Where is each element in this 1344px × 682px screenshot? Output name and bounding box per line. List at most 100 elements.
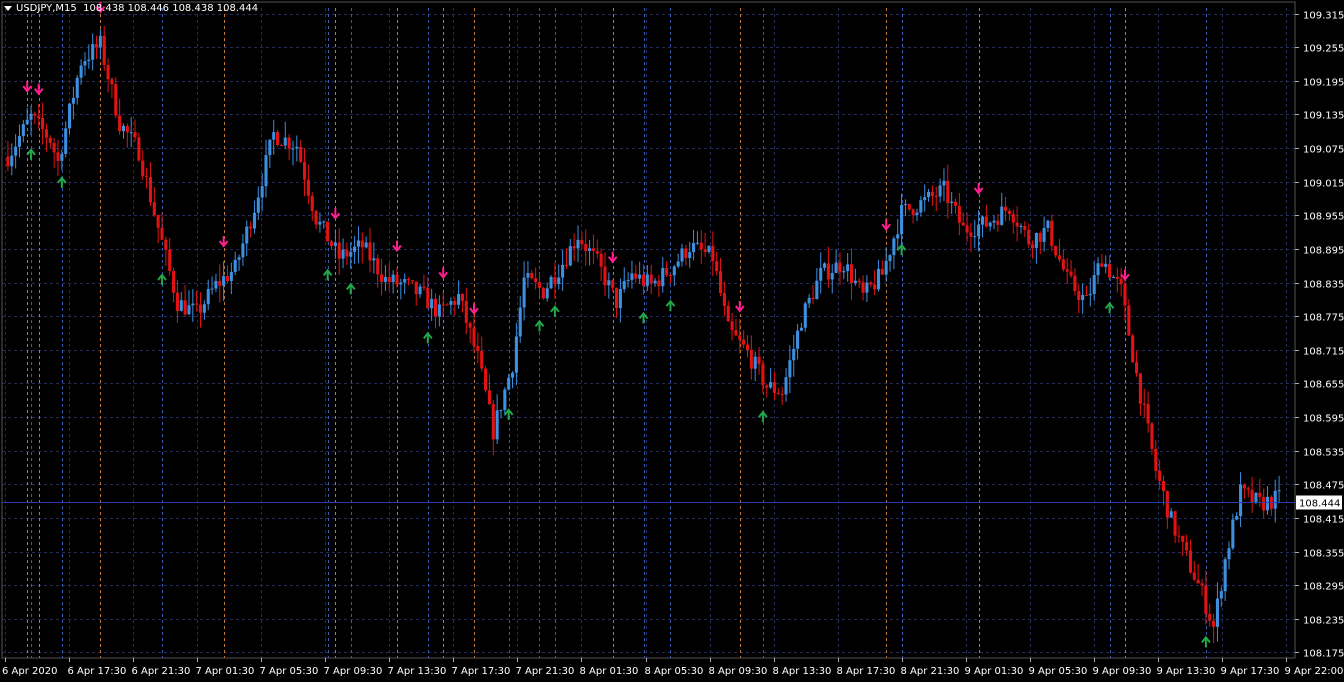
candle-body bbox=[830, 272, 834, 280]
y-tick-label: 108.295 bbox=[1303, 582, 1344, 593]
candle-body bbox=[865, 282, 869, 293]
x-tick-label: 8 Apr 09:30 bbox=[709, 666, 768, 677]
chevron-down-icon[interactable] bbox=[4, 5, 12, 11]
candle-body bbox=[499, 410, 503, 412]
candle-body bbox=[645, 274, 649, 286]
candle-body bbox=[94, 44, 99, 48]
candle-body bbox=[776, 392, 780, 395]
candle-body bbox=[969, 232, 973, 237]
candle-body bbox=[433, 298, 438, 317]
y-tick-label: 108.775 bbox=[1303, 313, 1344, 324]
candle-body bbox=[141, 160, 145, 177]
candle-body bbox=[580, 239, 584, 245]
y-tick-label: 108.535 bbox=[1303, 448, 1344, 459]
candle-body bbox=[118, 115, 122, 132]
candle-body bbox=[202, 304, 206, 313]
x-tick-label: 6 Apr 17:30 bbox=[68, 666, 127, 677]
candle-body bbox=[460, 294, 464, 301]
candle-body bbox=[653, 280, 657, 284]
candle-body bbox=[41, 117, 45, 130]
candle-body bbox=[91, 44, 95, 60]
candle-body bbox=[418, 286, 422, 295]
candle-body bbox=[349, 251, 353, 257]
candle-body bbox=[880, 268, 884, 275]
candle-body bbox=[876, 268, 881, 290]
candle-body bbox=[495, 410, 499, 440]
candle-body bbox=[507, 377, 511, 390]
y-tick-label: 108.175 bbox=[1303, 649, 1344, 660]
y-tick-label: 108.655 bbox=[1303, 380, 1344, 391]
arrow-down-icon bbox=[438, 267, 448, 280]
candle-body bbox=[279, 145, 283, 147]
candle-body bbox=[549, 277, 553, 289]
candle-body bbox=[44, 129, 48, 138]
candle-body bbox=[1065, 269, 1069, 272]
candle-body bbox=[734, 330, 738, 336]
candle-body bbox=[819, 267, 823, 281]
arrow-down-icon bbox=[607, 251, 618, 264]
candle-body bbox=[75, 77, 79, 98]
candle-body bbox=[6, 156, 10, 167]
arrow-up-icon bbox=[26, 148, 36, 160]
candle-body bbox=[222, 276, 226, 286]
symbol-name: USDJPY,M15 bbox=[16, 3, 77, 14]
symbol-header[interactable]: USDJPY,M15 108.438 108.446 108.438 108.4… bbox=[4, 3, 258, 14]
x-tick-label: 9 Apr 13:30 bbox=[1157, 666, 1216, 677]
candle-body bbox=[730, 321, 734, 331]
candle-body bbox=[268, 139, 272, 156]
candle-body bbox=[676, 261, 680, 267]
candle-body bbox=[376, 258, 380, 275]
candle-body bbox=[576, 239, 580, 249]
signal-arrows bbox=[22, 1, 1211, 648]
session-lines bbox=[27, 8, 1207, 658]
candle-body bbox=[896, 234, 900, 239]
grid-lines bbox=[2, 8, 1295, 658]
candle-body bbox=[888, 255, 892, 262]
x-tick-label: 7 Apr 17:30 bbox=[452, 666, 511, 677]
y-tick-label: 108.835 bbox=[1303, 280, 1344, 291]
arrow-up-icon bbox=[322, 268, 333, 281]
candle-body bbox=[1000, 206, 1004, 225]
candle-body bbox=[807, 297, 811, 304]
candle-body bbox=[410, 280, 414, 282]
x-tick-label: 6 Apr 2020 bbox=[2, 666, 57, 677]
candle-body bbox=[541, 287, 545, 299]
candle-body bbox=[641, 274, 646, 286]
candle-body bbox=[849, 264, 854, 284]
candle-body bbox=[611, 280, 615, 288]
candle-body bbox=[873, 284, 877, 290]
y-tick-label: 108.475 bbox=[1303, 481, 1344, 492]
candle-body bbox=[341, 249, 345, 259]
candle-body bbox=[129, 132, 133, 134]
candle-body bbox=[1223, 559, 1227, 592]
candle-body bbox=[980, 216, 985, 225]
candle-body bbox=[1092, 275, 1096, 295]
y-tick-label: 109.015 bbox=[1303, 179, 1344, 190]
y-tick-label: 108.235 bbox=[1303, 616, 1344, 627]
candle-body bbox=[738, 335, 742, 340]
candle-body bbox=[1208, 613, 1212, 621]
x-tick-label: 9 Apr 05:30 bbox=[1029, 666, 1088, 677]
candle-body bbox=[1242, 484, 1246, 489]
candle-body bbox=[10, 155, 14, 167]
candle-body bbox=[1142, 403, 1146, 405]
candle-body bbox=[1031, 244, 1035, 248]
candle-body bbox=[102, 35, 106, 65]
candle-body bbox=[1231, 519, 1235, 549]
candle-body bbox=[87, 59, 91, 62]
candle-body bbox=[784, 377, 788, 395]
candle-body bbox=[1119, 278, 1123, 284]
candle-body bbox=[198, 304, 203, 313]
price-chart[interactable]: 109.315 109.255 109.195 109.135 109.075 109.0… bbox=[0, 0, 1344, 682]
candle-body bbox=[780, 394, 784, 396]
candle-body bbox=[1192, 572, 1196, 580]
candle-body bbox=[950, 201, 954, 204]
candle-body bbox=[1046, 220, 1050, 228]
x-tick-label: 8 Apr 17:30 bbox=[837, 666, 896, 677]
x-tick-label: 8 Apr 01:30 bbox=[580, 666, 639, 677]
x-tick-label: 8 Apr 21:30 bbox=[901, 666, 960, 677]
candle-body bbox=[1250, 489, 1254, 503]
candle-body bbox=[52, 142, 56, 153]
candle-body bbox=[1177, 535, 1181, 537]
candle-body bbox=[218, 280, 222, 286]
